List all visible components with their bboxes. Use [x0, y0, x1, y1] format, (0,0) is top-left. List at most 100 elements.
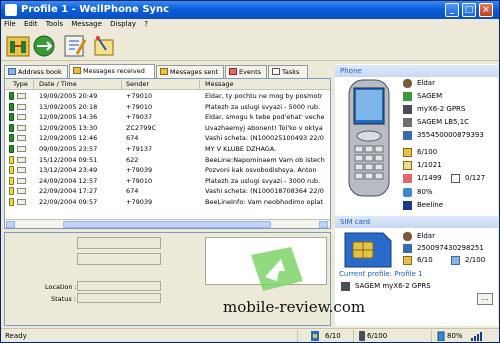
- table-row[interactable]: 24/09/2004 12:57 +79010 Platezh za uslugi …: [5, 176, 330, 187]
- cell-date: 24/09/2004 12:57: [39, 176, 98, 185]
- sim-contacts: 2/100: [465, 256, 486, 264]
- table-row[interactable]: 22/09/2004 09:57 +79039 BeeLineInfo: Vam n…: [5, 197, 330, 208]
- status-text: Ready: [5, 332, 27, 340]
- signal-icon: [403, 201, 412, 210]
- cell-message: BeeLine:Napominaem Vam ob istech: [205, 155, 325, 164]
- sim-status-icon: [311, 331, 319, 341]
- horizontal-scrollbar[interactable]: [5, 219, 330, 228]
- cell-message: Vashi scheta: (N100025100493 22/0: [205, 134, 324, 143]
- tab-messages-sent[interactable]: Messages sent: [156, 65, 224, 78]
- phone-image-icon: [348, 79, 390, 197]
- memory-icon: [403, 148, 412, 157]
- envelope-icon: [17, 146, 26, 152]
- phone-storage-icon: [9, 102, 14, 111]
- phone-storage-icon: [9, 113, 14, 122]
- sim-section-header: SIM card: [335, 216, 498, 228]
- location-field: [77, 281, 161, 291]
- tab-events[interactable]: Events: [225, 65, 267, 78]
- watermark-logo-icon: [251, 247, 303, 291]
- maximize-button[interactable]: □: [462, 3, 476, 17]
- scroll-left-arrow[interactable]: [6, 221, 15, 228]
- tab-address-book[interactable]: Address book: [4, 65, 68, 78]
- cell-sender: +79010: [126, 102, 153, 111]
- cell-date: 19/09/2005 20:49: [39, 92, 98, 100]
- cell-sender: 674: [126, 134, 139, 143]
- battery-status-icon: [437, 331, 445, 341]
- current-device: SAGEM myX6-2 GPRS: [355, 282, 431, 290]
- menu-message[interactable]: Message: [68, 19, 105, 29]
- table-row[interactable]: 13/12/2004 23:49 +79039 Pozvoni kak osvobo…: [5, 165, 330, 176]
- sync-button[interactable]: [6, 34, 30, 58]
- cell-date: 22/09/2004 09:57: [39, 198, 98, 206]
- profile-settings-button[interactable]: ...: [477, 293, 493, 305]
- table-row[interactable]: 09/09/2005 23:57 +79137 MY V KLUBE DZHAGA.: [5, 144, 330, 155]
- tab-tasks[interactable]: Tasks: [268, 65, 308, 78]
- cell-date: 12/09/2005 13:30: [39, 123, 98, 132]
- column-type[interactable]: Type: [13, 80, 28, 88]
- envelope-icon: [17, 167, 26, 174]
- phone-status-icon: [359, 331, 365, 341]
- scroll-right-arrow[interactable]: [319, 221, 328, 228]
- envelope-icon: [17, 135, 26, 142]
- cell-date: 12/09/2005 12:46: [39, 134, 98, 143]
- cell-message: MY V KLUBE DZHAGA.: [205, 145, 277, 153]
- phone-owner: Eldar: [417, 79, 435, 87]
- envelope-icon: [17, 177, 26, 184]
- status-field: [77, 293, 161, 303]
- phone-battery: 80%: [417, 188, 433, 196]
- minimize-button[interactable]: _: [445, 3, 459, 17]
- menu-display[interactable]: Display: [107, 19, 139, 29]
- sim-number-icon: [403, 244, 412, 253]
- table-row[interactable]: 12/09/2005 14:36 +79037 Eldar, smogu k teb…: [5, 112, 330, 123]
- cell-message: Vashi scheta: (N100018708364 22/0: [205, 187, 324, 196]
- message-icon: [73, 67, 81, 74]
- sim-number: 250097430298251: [417, 244, 484, 252]
- phone-storage-icon: [9, 134, 14, 143]
- tab-messages-received[interactable]: Messages received: [69, 64, 155, 78]
- column-sender[interactable]: Sender: [126, 80, 149, 88]
- edit-button[interactable]: [63, 34, 87, 58]
- sim-storage-icon: [9, 166, 14, 175]
- table-row[interactable]: 15/12/2004 09:51 622 BeeLine:Napominaem Va…: [5, 155, 330, 166]
- envelope-icon: [17, 93, 26, 99]
- phone-firmware: SAGEM LB5,1C: [417, 118, 470, 126]
- cell-message: Eldar, ty pochtu ne mog by posmotr: [205, 92, 323, 100]
- current-profile-label: Current profile: Profile 1: [339, 270, 423, 278]
- connect-button[interactable]: [32, 34, 56, 58]
- cell-date: 09/09/2005 23:57: [39, 145, 98, 153]
- phone-operator: Beeline: [417, 201, 444, 209]
- watermark-text: mobile-review.com: [223, 298, 366, 316]
- close-button[interactable]: ×: [479, 3, 493, 17]
- info-panel: Phone Eldar SAGEM myX6-2 GPRS SAGEM LB5,…: [335, 64, 498, 326]
- status-bar: Ready 6/10 6/100 80%: [1, 328, 499, 342]
- table-row[interactable]: 13/09/2005 20:18 +79010 Platezh za uslugi …: [5, 102, 330, 113]
- wizard-button[interactable]: [92, 34, 116, 58]
- scroll-thumb[interactable]: [63, 221, 271, 228]
- cell-sender: 674: [126, 187, 139, 196]
- status-sim-count: 6/10: [325, 332, 341, 340]
- title-bar[interactable]: Profile 1 - WellPhone Sync _ □ ×: [1, 1, 499, 19]
- device-icon: [341, 282, 350, 291]
- tasks-count-icon: [451, 174, 460, 183]
- menu-edit[interactable]: Edit: [21, 19, 41, 29]
- model-icon: [403, 105, 412, 114]
- address-book-icon: [8, 68, 16, 75]
- table-row[interactable]: 12/09/2005 12:46 674 Vashi scheta: (N10002…: [5, 133, 330, 144]
- tab-bar: Address book Messages received Messages …: [4, 64, 331, 78]
- battery-icon: [403, 188, 412, 197]
- cell-sender: +79010: [126, 92, 153, 100]
- envelope-icon: [17, 156, 26, 163]
- column-message[interactable]: Message: [205, 80, 234, 88]
- phone-memory: 6/100: [417, 148, 438, 156]
- cell-sender: 622: [126, 155, 139, 164]
- tasks-icon: [272, 68, 280, 75]
- sim-storage-icon: [9, 187, 14, 196]
- table-row[interactable]: 12/09/2005 13:30 ZC2799C Uvazhaemyj abonen…: [5, 123, 330, 134]
- table-row[interactable]: 22/09/2004 17:27 674 Vashi scheta: (N10001…: [5, 186, 330, 197]
- phone-storage-icon: [9, 92, 14, 100]
- table-row[interactable]: 19/09/2005 20:49 +79010 Eldar, ty pochtu n…: [5, 91, 330, 102]
- menu-help[interactable]: ?: [141, 19, 151, 29]
- menu-tools[interactable]: Tools: [43, 19, 66, 29]
- column-date[interactable]: Date / Time: [39, 80, 77, 88]
- menu-file[interactable]: File: [1, 19, 19, 29]
